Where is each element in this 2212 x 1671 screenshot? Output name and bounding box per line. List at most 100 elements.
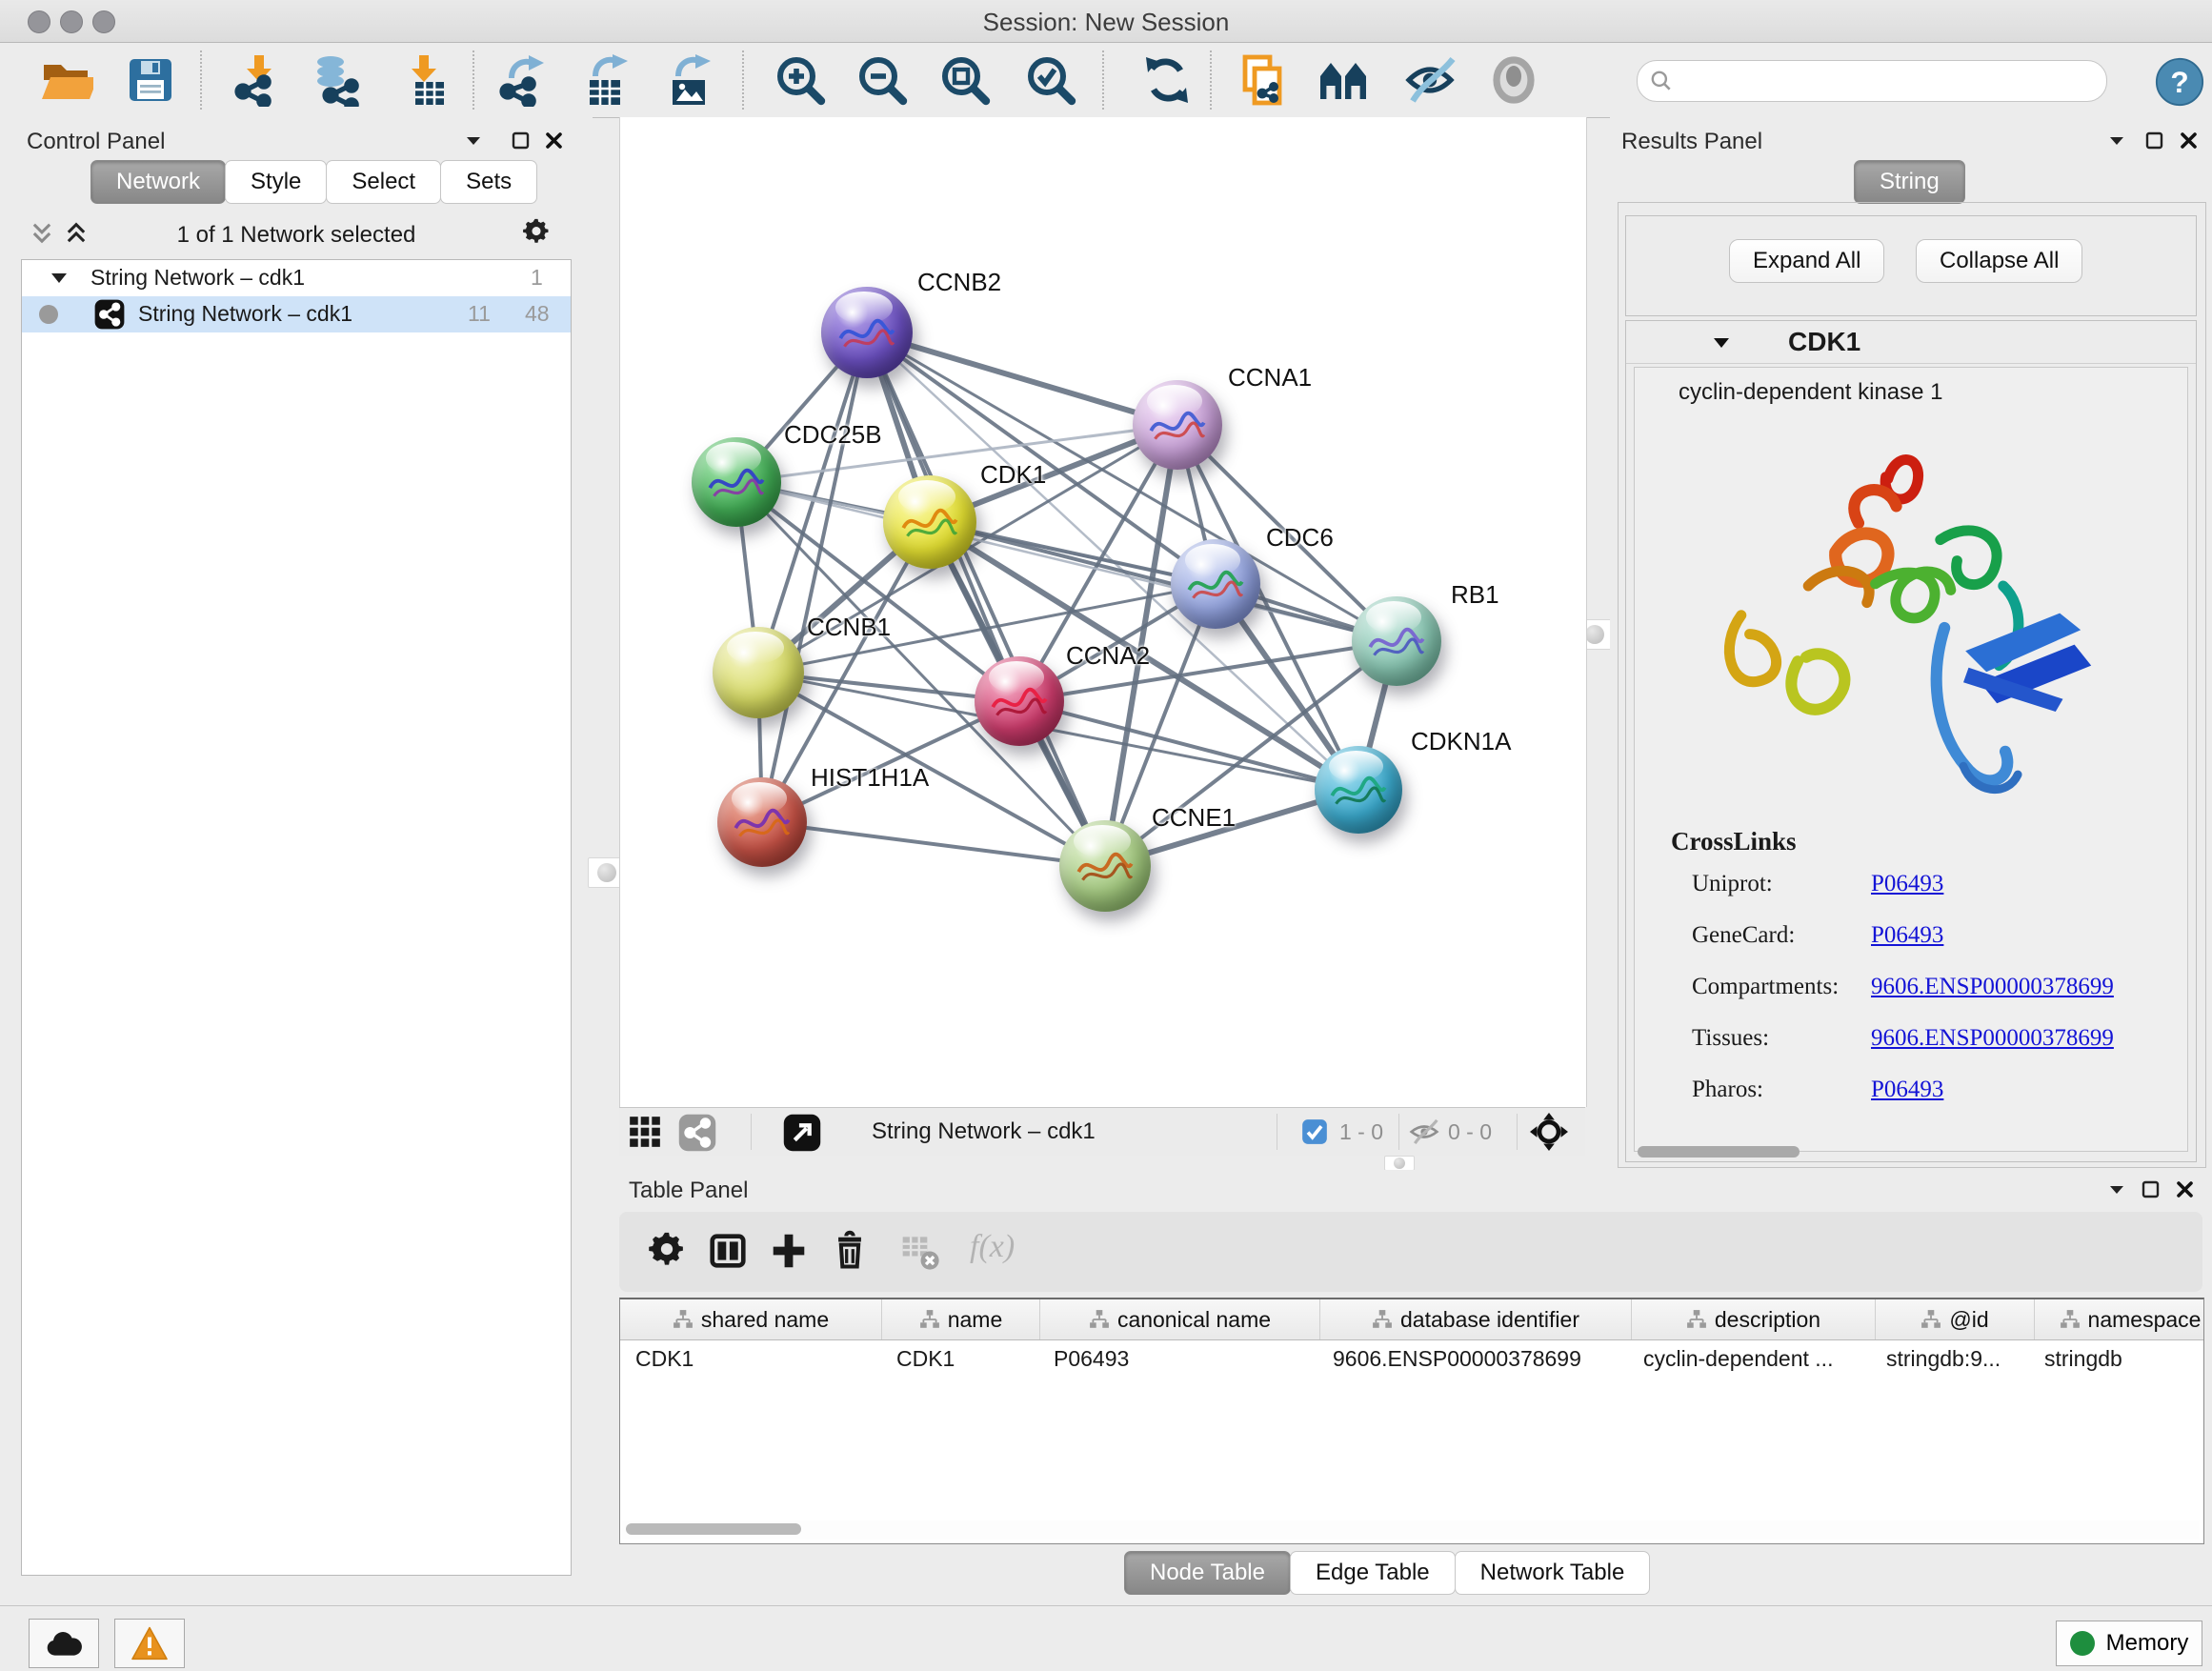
network-panel-options-button[interactable] <box>520 216 553 252</box>
column-header-name[interactable]: name <box>882 1299 1040 1339</box>
node-CCNA2[interactable] <box>975 656 1064 746</box>
tab-edge-table[interactable]: Edge Table <box>1290 1551 1456 1595</box>
control-panel-menu-button[interactable] <box>464 134 483 151</box>
selected-checkbox-icon[interactable] <box>1301 1118 1328 1145</box>
memory-status-button[interactable]: Memory <box>2056 1621 2202 1666</box>
network-canvas[interactable]: CCNB2CCNA1CDC25BCDK1CDC6RB1CCNB1CCNA2CDK… <box>619 117 1587 1107</box>
control-panel-close-button[interactable] <box>545 131 563 152</box>
export-table-button[interactable] <box>580 53 633 107</box>
crosslink-link[interactable]: 9606.ENSP00000378699 <box>1871 1025 2114 1052</box>
crosslink-link[interactable]: P06493 <box>1871 922 1943 949</box>
function-builder-button[interactable]: f(x) <box>970 1229 1015 1265</box>
warnings-button[interactable] <box>114 1619 185 1668</box>
column-header-shared-name[interactable]: shared name <box>620 1299 882 1339</box>
help-button[interactable]: ? <box>2155 57 2204 107</box>
tab-network-table[interactable]: Network Table <box>1455 1551 1651 1595</box>
tab-select[interactable]: Select <box>326 160 441 204</box>
network-view-button[interactable] <box>678 1114 716 1155</box>
results-panel-float-button[interactable] <box>2145 131 2163 152</box>
edge-HIST1H1A-CCNB2[interactable] <box>762 332 867 822</box>
node-CDC25B[interactable] <box>692 437 781 527</box>
crosslink-link[interactable]: P06493 <box>1871 871 1943 897</box>
column-header--id[interactable]: @id <box>1876 1299 2035 1339</box>
node-CDKN1A[interactable] <box>1315 746 1402 834</box>
birds-eye-view-button[interactable] <box>1530 1113 1568 1154</box>
tab-style[interactable]: Style <box>225 160 327 204</box>
results-horizontal-scrollbar[interactable] <box>1638 1146 1800 1158</box>
cell-canonical-name[interactable]: P06493 <box>1038 1339 1317 1378</box>
table-row[interactable]: CDK1CDK1P064939606.ENSP00000378699cyclin… <box>620 1339 2204 1378</box>
node-HIST1H1A[interactable] <box>717 777 807 867</box>
node-label-CCNB2: CCNB2 <box>917 268 1001 297</box>
results-panel-close-button[interactable] <box>2180 131 2198 152</box>
clone-network-button[interactable] <box>1237 53 1291 107</box>
import-network-from-file-button[interactable] <box>231 53 285 107</box>
collapse-all-button[interactable]: Collapse All <box>1916 239 2082 283</box>
column-header-namespace[interactable]: namespace <box>2035 1299 2204 1339</box>
node-CDC6[interactable] <box>1171 539 1260 629</box>
save-session-button[interactable] <box>124 53 177 107</box>
export-image-button[interactable] <box>663 53 716 107</box>
table-horizontal-scrollbar[interactable] <box>622 1520 2200 1540</box>
show-columns-button[interactable] <box>701 1225 754 1278</box>
delete-table-button[interactable] <box>894 1225 947 1278</box>
table-options-button[interactable] <box>640 1225 694 1278</box>
tab-network[interactable]: Network <box>90 160 226 204</box>
zoom-selected-button[interactable] <box>1024 53 1077 107</box>
grid-view-button[interactable] <box>627 1114 663 1153</box>
control-panel-float-button[interactable] <box>512 131 530 152</box>
crosslink-link[interactable]: P06493 <box>1871 1077 1943 1103</box>
results-panel-menu-button[interactable] <box>2107 134 2126 151</box>
network-tree-root-row[interactable]: String Network – cdk1 1 <box>22 260 571 296</box>
node-CCNB1[interactable] <box>713 627 804 718</box>
column-header-canonical-name[interactable]: canonical name <box>1040 1299 1320 1339</box>
detach-view-button[interactable] <box>783 1114 821 1155</box>
edge-CCNB2-CCNA1[interactable] <box>867 332 1177 425</box>
crosslink-link[interactable]: 9606.ENSP00000378699 <box>1871 974 2114 1000</box>
cloud-status-button[interactable] <box>29 1619 99 1668</box>
tab-string[interactable]: String <box>1854 160 1965 204</box>
zoom-fit-button[interactable] <box>938 53 992 107</box>
cell--id[interactable]: stringdb:9... <box>1871 1339 2029 1378</box>
node-CCNE1[interactable] <box>1059 820 1151 912</box>
node-CCNA1[interactable] <box>1133 380 1222 470</box>
import-network-from-database-button[interactable] <box>312 53 365 107</box>
cell-shared-name[interactable]: CDK1 <box>620 1339 881 1378</box>
network-tree-row-selected[interactable]: String Network – cdk1 11 48 <box>22 296 571 332</box>
tab-sets[interactable]: Sets <box>440 160 537 204</box>
cell-name[interactable]: CDK1 <box>881 1339 1038 1378</box>
open-session-button[interactable] <box>40 53 93 107</box>
table-panel-float-button[interactable] <box>2142 1180 2160 1201</box>
cell-description[interactable]: cyclin-dependent ... <box>1628 1339 1871 1378</box>
zoom-in-button[interactable] <box>774 53 827 107</box>
refresh-layout-button[interactable] <box>1140 53 1194 107</box>
gene-header-row[interactable]: CDK1 <box>1626 321 2196 364</box>
table-panel-menu-button[interactable] <box>2107 1183 2126 1199</box>
first-neighbors-button[interactable] <box>1317 53 1370 107</box>
zoom-in-icon <box>774 53 827 107</box>
edge-HIST1H1A-CCNE1[interactable] <box>762 822 1105 866</box>
node-RB1[interactable] <box>1352 596 1441 686</box>
collapse-triangle-icon[interactable] <box>1712 336 1731 350</box>
search-input[interactable] <box>1679 64 2093 98</box>
column-header-database-identifier[interactable]: database identifier <box>1320 1299 1632 1339</box>
export-network-button[interactable] <box>496 53 550 107</box>
expand-all-button[interactable]: Expand All <box>1729 239 1884 283</box>
protein-ribbon-thumbnail <box>1366 624 1427 666</box>
create-column-button[interactable] <box>762 1225 815 1278</box>
delete-column-button[interactable] <box>823 1225 876 1278</box>
hide-selected-button[interactable] <box>1403 53 1457 107</box>
folder-open-icon <box>40 53 93 107</box>
node-CCNB2[interactable] <box>821 287 913 378</box>
horizontal-splitter-handle[interactable] <box>1384 1156 1415 1171</box>
cell-database-identifier[interactable]: 9606.ENSP00000378699 <box>1317 1339 1628 1378</box>
table-panel-close-button[interactable] <box>2176 1180 2194 1201</box>
cell-namespace[interactable]: stringdb <box>2029 1339 2204 1378</box>
show-all-button[interactable] <box>1487 53 1540 107</box>
tab-node-table[interactable]: Node Table <box>1124 1551 1291 1595</box>
zoom-out-button[interactable] <box>855 53 909 107</box>
column-header-description[interactable]: description <box>1632 1299 1876 1339</box>
import-table-from-file-button[interactable] <box>396 53 450 107</box>
node-CDK1[interactable] <box>883 475 976 569</box>
search-icon <box>1649 69 1674 93</box>
